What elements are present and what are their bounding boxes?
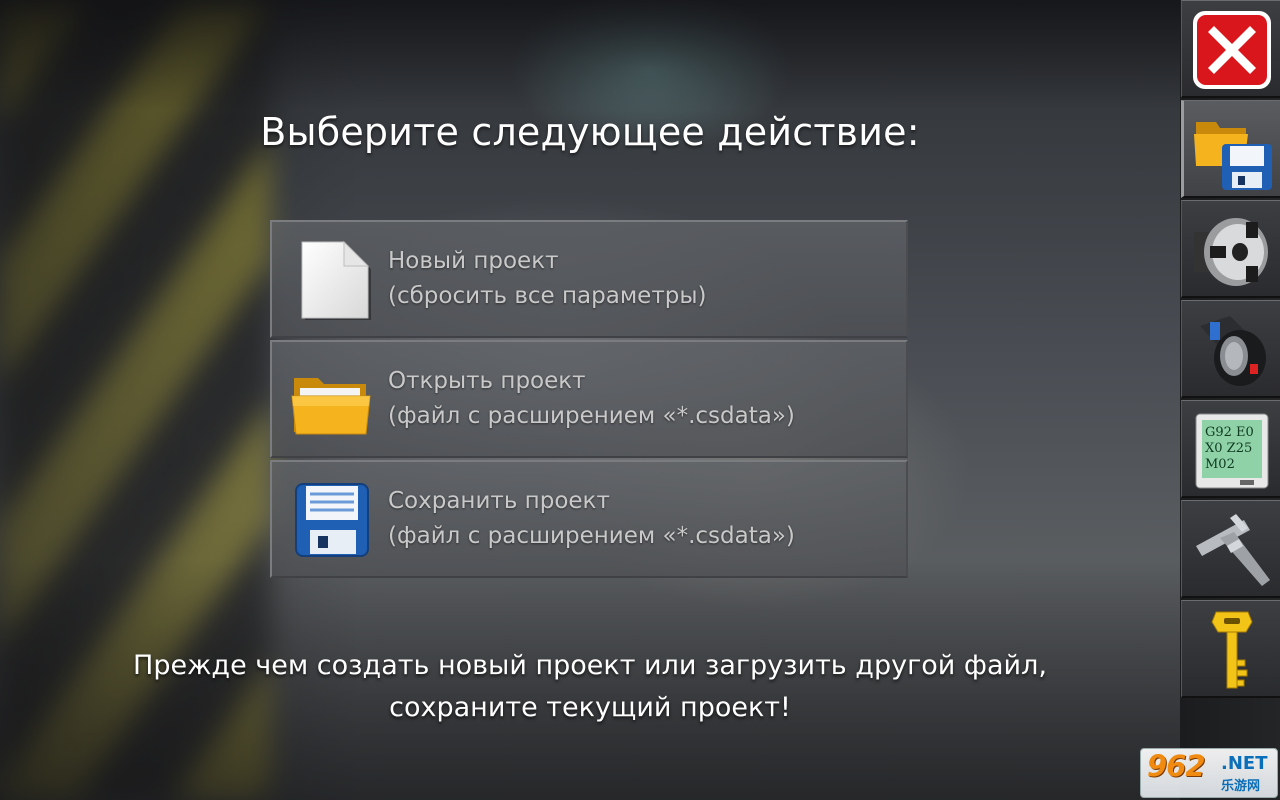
warning-line: сохраните текущий проект! (389, 692, 791, 723)
caliper-icon (1196, 514, 1270, 586)
svg-text:G92 E0: G92 E0 (1205, 425, 1254, 440)
watermark-subtitle: 乐游网 (1221, 779, 1261, 794)
file-folder-save-icon (1194, 122, 1272, 190)
option-title: Новый проект (388, 248, 559, 274)
new-project-button[interactable]: Новый проект (сбросить все параметры) (270, 220, 908, 338)
gcode-button[interactable]: G92 E0 X0 Z25 M02 (1181, 400, 1280, 498)
tool-holder-icon (1200, 316, 1266, 386)
gcode-monitor-icon: G92 E0 X0 Z25 M02 (1195, 413, 1269, 489)
option-subtitle: (файл с расширением «*.csdata») (388, 523, 795, 549)
open-project-button[interactable]: Открыть проект (файл с расширением «*.cs… (270, 340, 908, 458)
option-title: Открыть проект (388, 368, 586, 394)
watermark-suffix: .NET (1221, 753, 1268, 774)
close-button[interactable] (1181, 0, 1280, 98)
measure-button[interactable] (1181, 500, 1280, 598)
lathe-chuck-button[interactable] (1181, 200, 1280, 298)
dialog-title: Выберите следующее действие: (260, 110, 920, 154)
new-document-icon (290, 238, 372, 321)
svg-text:M02: M02 (1205, 457, 1235, 472)
option-subtitle: (сбросить все параметры) (388, 283, 707, 309)
open-folder-icon (290, 358, 372, 440)
option-subtitle: (файл с расширением «*.csdata») (388, 403, 795, 429)
lathe-chuck-icon (1194, 218, 1268, 286)
close-icon (1193, 11, 1271, 89)
warning-line: Прежде чем создать новый проект или загр… (133, 650, 1047, 681)
site-watermark: 962 .NET 乐游网 (1140, 748, 1278, 798)
license-key-button[interactable] (1181, 600, 1280, 698)
option-title: Сохранить проект (388, 488, 610, 514)
watermark-number: 962 (1147, 749, 1206, 783)
svg-text:X0 Z25: X0 Z25 (1205, 441, 1252, 456)
save-project-button[interactable]: Сохранить проект (файл с расширением «*.… (270, 460, 908, 578)
tool-holder-button[interactable] (1181, 300, 1280, 398)
floppy-disk-icon (290, 478, 372, 560)
project-files-button[interactable] (1181, 100, 1280, 198)
key-icon (1211, 611, 1253, 689)
background-top-shade (0, 0, 1180, 110)
warning-message: Прежде чем создать новый проект или загр… (0, 645, 1180, 729)
